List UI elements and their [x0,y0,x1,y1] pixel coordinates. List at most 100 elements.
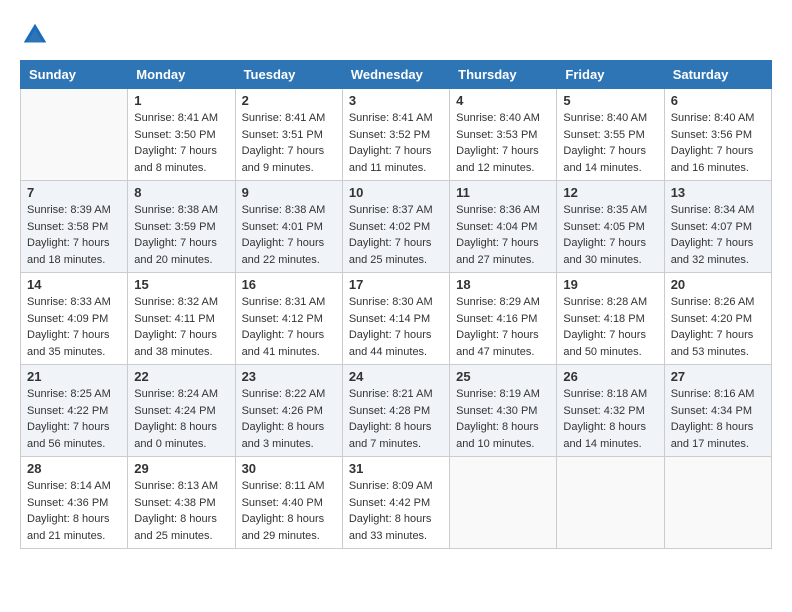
day-number: 25 [456,369,550,384]
day-info: Sunrise: 8:41 AMSunset: 3:52 PMDaylight:… [349,110,443,176]
logo-icon [20,20,50,50]
day-number: 7 [27,185,121,200]
day-info: Sunrise: 8:34 AMSunset: 4:07 PMDaylight:… [671,202,765,268]
calendar-cell [664,457,771,549]
calendar-cell: 9 Sunrise: 8:38 AMSunset: 4:01 PMDaylight… [235,181,342,273]
day-info: Sunrise: 8:35 AMSunset: 4:05 PMDaylight:… [563,202,657,268]
day-info: Sunrise: 8:24 AMSunset: 4:24 PMDaylight:… [134,386,228,452]
calendar-cell: 8 Sunrise: 8:38 AMSunset: 3:59 PMDaylight… [128,181,235,273]
day-number: 31 [349,461,443,476]
day-info: Sunrise: 8:28 AMSunset: 4:18 PMDaylight:… [563,294,657,360]
day-info: Sunrise: 8:40 AMSunset: 3:56 PMDaylight:… [671,110,765,176]
calendar-cell: 4Sunrise: 8:40 AMSunset: 3:53 PMDaylight… [450,89,557,181]
day-number: 5 [563,93,657,108]
calendar-cell: 20Sunrise: 8:26 AMSunset: 4:20 PMDayligh… [664,273,771,365]
calendar-week-row: 14 Sunrise: 8:33 AMSunset: 4:09 PMDayligh… [21,273,772,365]
day-info: Sunrise: 8:40 AMSunset: 3:53 PMDaylight:… [456,110,550,176]
day-number: 16 [242,277,336,292]
calendar-week-row: 21 Sunrise: 8:25 AMSunset: 4:22 PMDayligh… [21,365,772,457]
day-info: Sunrise: 8:38 AMSunset: 4:01 PMDaylight:… [242,202,336,268]
calendar-cell: 10 Sunrise: 8:37 AMSunset: 4:02 PMDayligh… [342,181,449,273]
day-number: 28 [27,461,121,476]
day-number: 29 [134,461,228,476]
day-number: 14 [27,277,121,292]
calendar-cell: 23 Sunrise: 8:22 AMSunset: 4:26 PMDayligh… [235,365,342,457]
day-number: 12 [563,185,657,200]
calendar-cell: 18 Sunrise: 8:29 AMSunset: 4:16 PMDayligh… [450,273,557,365]
day-number: 19 [563,277,657,292]
day-number: 3 [349,93,443,108]
calendar-table: SundayMondayTuesdayWednesdayThursdayFrid… [20,60,772,549]
day-info: Sunrise: 8:19 AMSunset: 4:30 PMDaylight:… [456,386,550,452]
day-info: Sunrise: 8:38 AMSunset: 3:59 PMDaylight:… [134,202,228,268]
day-info: Sunrise: 8:31 AMSunset: 4:12 PMDaylight:… [242,294,336,360]
day-of-week-thursday: Thursday [450,61,557,89]
day-of-week-saturday: Saturday [664,61,771,89]
calendar-cell: 12 Sunrise: 8:35 AMSunset: 4:05 PMDayligh… [557,181,664,273]
calendar-cell: 21 Sunrise: 8:25 AMSunset: 4:22 PMDayligh… [21,365,128,457]
day-of-week-sunday: Sunday [21,61,128,89]
logo [20,20,52,50]
day-info: Sunrise: 8:21 AMSunset: 4:28 PMDaylight:… [349,386,443,452]
day-info: Sunrise: 8:22 AMSunset: 4:26 PMDaylight:… [242,386,336,452]
day-number: 2 [242,93,336,108]
day-info: Sunrise: 8:36 AMSunset: 4:04 PMDaylight:… [456,202,550,268]
day-info: Sunrise: 8:33 AMSunset: 4:09 PMDaylight:… [27,294,121,360]
day-info: Sunrise: 8:14 AMSunset: 4:36 PMDaylight:… [27,478,121,544]
day-info: Sunrise: 8:40 AMSunset: 3:55 PMDaylight:… [563,110,657,176]
day-info: Sunrise: 8:41 AMSunset: 3:51 PMDaylight:… [242,110,336,176]
calendar-header-row: SundayMondayTuesdayWednesdayThursdayFrid… [21,61,772,89]
day-number: 21 [27,369,121,384]
day-number: 6 [671,93,765,108]
day-of-week-friday: Friday [557,61,664,89]
day-number: 27 [671,369,765,384]
day-number: 11 [456,185,550,200]
calendar-cell: 26Sunrise: 8:18 AMSunset: 4:32 PMDayligh… [557,365,664,457]
day-info: Sunrise: 8:11 AMSunset: 4:40 PMDaylight:… [242,478,336,544]
calendar-cell: 15Sunrise: 8:32 AMSunset: 4:11 PMDayligh… [128,273,235,365]
day-of-week-wednesday: Wednesday [342,61,449,89]
day-info: Sunrise: 8:37 AMSunset: 4:02 PMDaylight:… [349,202,443,268]
calendar-cell: 6 Sunrise: 8:40 AMSunset: 3:56 PMDaylight… [664,89,771,181]
calendar-cell [21,89,128,181]
day-number: 10 [349,185,443,200]
calendar-cell [557,457,664,549]
calendar-cell: 30 Sunrise: 8:11 AMSunset: 4:40 PMDayligh… [235,457,342,549]
day-of-week-tuesday: Tuesday [235,61,342,89]
calendar-cell: 19 Sunrise: 8:28 AMSunset: 4:18 PMDayligh… [557,273,664,365]
calendar-week-row: 28 Sunrise: 8:14 AMSunset: 4:36 PMDayligh… [21,457,772,549]
day-info: Sunrise: 8:41 AMSunset: 3:50 PMDaylight:… [134,110,228,176]
calendar-cell: 5 Sunrise: 8:40 AMSunset: 3:55 PMDaylight… [557,89,664,181]
day-info: Sunrise: 8:25 AMSunset: 4:22 PMDaylight:… [27,386,121,452]
day-number: 18 [456,277,550,292]
day-number: 22 [134,369,228,384]
calendar-cell: 13 Sunrise: 8:34 AMSunset: 4:07 PMDayligh… [664,181,771,273]
calendar-cell: 17 Sunrise: 8:30 AMSunset: 4:14 PMDayligh… [342,273,449,365]
day-number: 8 [134,185,228,200]
calendar-cell: 29 Sunrise: 8:13 AMSunset: 4:38 PMDayligh… [128,457,235,549]
day-info: Sunrise: 8:18 AMSunset: 4:32 PMDaylight:… [563,386,657,452]
day-info: Sunrise: 8:39 AMSunset: 3:58 PMDaylight:… [27,202,121,268]
day-info: Sunrise: 8:30 AMSunset: 4:14 PMDaylight:… [349,294,443,360]
day-number: 30 [242,461,336,476]
page-header [20,20,772,50]
calendar-cell: 31 Sunrise: 8:09 AMSunset: 4:42 PMDayligh… [342,457,449,549]
day-number: 23 [242,369,336,384]
calendar-cell: 25 Sunrise: 8:19 AMSunset: 4:30 PMDayligh… [450,365,557,457]
day-number: 13 [671,185,765,200]
day-number: 24 [349,369,443,384]
day-info: Sunrise: 8:29 AMSunset: 4:16 PMDaylight:… [456,294,550,360]
calendar-cell: 7 Sunrise: 8:39 AMSunset: 3:58 PMDaylight… [21,181,128,273]
calendar-cell: 3 Sunrise: 8:41 AMSunset: 3:52 PMDaylight… [342,89,449,181]
calendar-week-row: 7 Sunrise: 8:39 AMSunset: 3:58 PMDaylight… [21,181,772,273]
day-info: Sunrise: 8:13 AMSunset: 4:38 PMDaylight:… [134,478,228,544]
day-info: Sunrise: 8:32 AMSunset: 4:11 PMDaylight:… [134,294,228,360]
day-info: Sunrise: 8:09 AMSunset: 4:42 PMDaylight:… [349,478,443,544]
calendar-cell: 24 Sunrise: 8:21 AMSunset: 4:28 PMDayligh… [342,365,449,457]
day-number: 17 [349,277,443,292]
calendar-cell: 11 Sunrise: 8:36 AMSunset: 4:04 PMDayligh… [450,181,557,273]
calendar-cell: 16 Sunrise: 8:31 AMSunset: 4:12 PMDayligh… [235,273,342,365]
day-number: 20 [671,277,765,292]
calendar-week-row: 1Sunrise: 8:41 AMSunset: 3:50 PMDaylight… [21,89,772,181]
day-number: 9 [242,185,336,200]
